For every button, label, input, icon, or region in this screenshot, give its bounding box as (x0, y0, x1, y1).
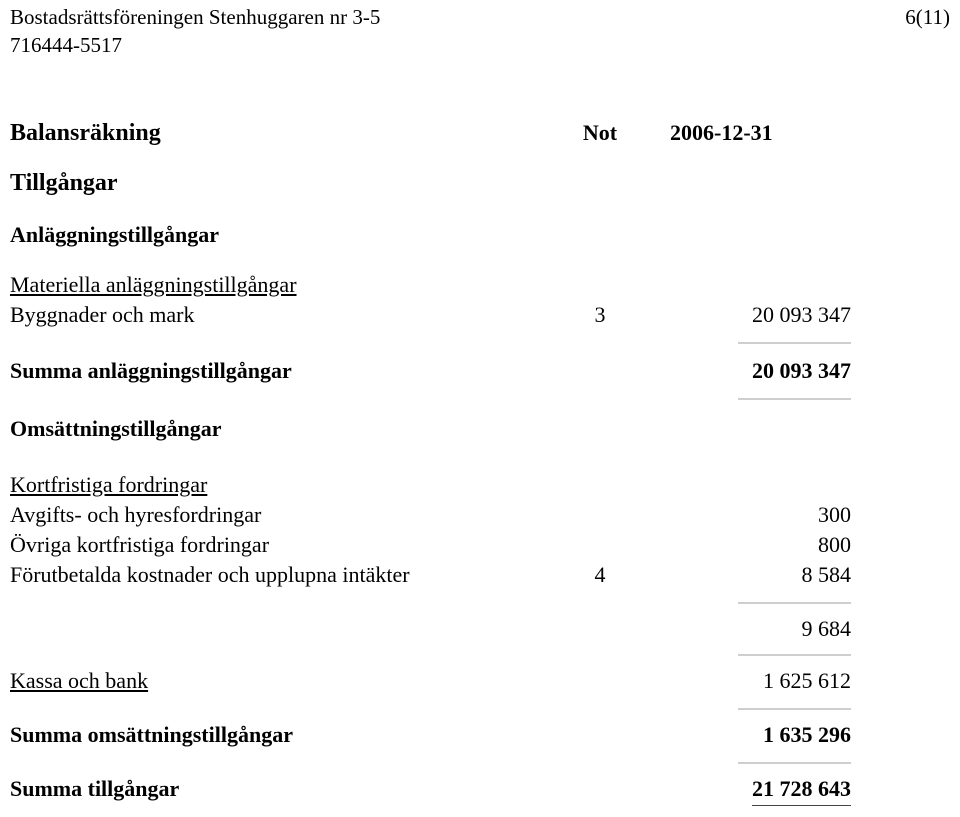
row-value-sum-fixed-assets: 20 093 347 (752, 358, 851, 383)
organization-name: Bostadsrättsföreningen Stenhuggaren nr 3… (10, 5, 381, 29)
heading-current-assets: Omsättningstillgångar (10, 414, 950, 444)
statement-title: Balansräkning (10, 120, 161, 146)
table-row-total-assets: Summa tillgångar 21 728 643 (10, 774, 950, 806)
table-row: Avgifts- och hyresfordringar 300 (10, 500, 950, 530)
table-row: Övriga kortfristiga fordringar 800 (10, 530, 950, 560)
rule-line (738, 654, 851, 656)
table-row-cash-bank: Kassa och bank 1 625 612 (10, 666, 950, 696)
row-label-cash-bank-text: Kassa och bank (10, 668, 149, 693)
organization-number: 716444-5517 (10, 33, 122, 57)
row-value-other-short-receivables: 800 (818, 532, 851, 557)
section-heading-assets: Tillgångar (10, 168, 950, 198)
row-label-buildings-land: Byggnader och mark (10, 302, 195, 327)
rule-line (738, 342, 851, 344)
rule-line (738, 602, 851, 604)
statement-title-row: Balansräkning Not 2006-12-31 (10, 118, 950, 148)
subhead-tangible-assets: Materiella anläggningstillgångar (10, 270, 950, 300)
table-row-sum-current-assets: Summa omsättningstillgångar 1 635 296 (10, 720, 950, 750)
rule-wrap (670, 398, 906, 400)
row-label-sum-current-assets: Summa omsättningstillgångar (10, 722, 293, 747)
subtotal-rule (10, 342, 950, 344)
current-assets-rule (10, 708, 950, 710)
subhead-short-receivables-text: Kortfristiga fordringar (10, 472, 208, 497)
rule-wrap (670, 602, 906, 604)
row-value-cash-bank: 1 625 612 (763, 668, 851, 693)
row-value-total-assets-cell: 21 728 643 (670, 774, 906, 806)
row-value-total-assets: 21 728 643 (752, 774, 851, 806)
row-value-fees-rent-receivables: 300 (818, 502, 851, 527)
row-label-other-short-receivables: Övriga kortfristiga fordringar (10, 532, 270, 557)
rule-wrap (670, 654, 906, 656)
total-assets-rule (10, 762, 950, 764)
rule-line (738, 762, 851, 764)
row-label-total-assets: Summa tillgångar (10, 776, 180, 801)
section-heading-assets-label: Tillgångar (10, 170, 118, 196)
date-column-header: 2006-12-31 (670, 120, 773, 145)
row-label-prepaid-expenses: Förutbetalda kostnader och upplupna intä… (10, 562, 410, 587)
subhead-short-receivables: Kortfristiga fordringar (10, 470, 950, 500)
table-row-sum-receivables: 9 684 (10, 614, 950, 644)
rule-wrap (670, 342, 906, 344)
rule-wrap (670, 762, 906, 764)
row-value-buildings-land: 20 093 347 (752, 302, 851, 327)
row-value-sum-receivables: 9 684 (801, 616, 852, 641)
rule-spacer (10, 342, 670, 344)
rule-spacer (10, 654, 670, 656)
row-label-fees-rent-receivables: Avgifts- och hyresfordringar (10, 502, 262, 527)
document-page: Bostadsrättsföreningen Stenhuggaren nr 3… (0, 0, 960, 817)
rule-line (738, 708, 851, 710)
page-number: 6(11) (905, 5, 950, 29)
rule-line (738, 398, 851, 400)
row-label-cash-bank: Kassa och bank (10, 666, 530, 696)
note-column-header: Not (582, 120, 618, 145)
rule-spacer (10, 398, 670, 400)
subhead-tangible-assets-text: Materiella anläggningstillgångar (10, 272, 297, 297)
rule-spacer (10, 708, 670, 710)
row-value-prepaid-expenses: 8 584 (801, 562, 852, 587)
rule-spacer (10, 762, 670, 764)
table-row: Byggnader och mark 3 20 093 347 (10, 300, 950, 330)
header-top-row: Bostadsrättsföreningen Stenhuggaren nr 3… (10, 4, 950, 30)
sum-fixed-assets-rule (10, 398, 950, 400)
row-value-sum-current-assets: 1 635 296 (763, 722, 851, 747)
row-note-buildings-land: 3 (594, 302, 606, 327)
heading-fixed-assets-label: Anläggningstillgångar (10, 222, 220, 247)
subhead-tangible-assets-label: Materiella anläggningstillgångar (10, 270, 530, 300)
receivables-subtotal-rule-top (10, 602, 950, 604)
subhead-short-receivables-label: Kortfristiga fordringar (10, 470, 530, 500)
row-label-sum-fixed-assets: Summa anläggningstillgångar (10, 358, 292, 383)
rule-wrap (670, 708, 906, 710)
balance-sheet: Balansräkning Not 2006-12-31 Tillgångar … (10, 118, 950, 806)
row-note-prepaid-expenses: 4 (594, 562, 606, 587)
table-row-sum-fixed-assets: Summa anläggningstillgångar 20 093 347 (10, 356, 950, 386)
heading-fixed-assets: Anläggningstillgångar (10, 220, 950, 250)
rule-spacer (10, 602, 670, 604)
table-row: Förutbetalda kostnader och upplupna intä… (10, 560, 950, 590)
receivables-subtotal-rule-bottom (10, 654, 950, 656)
heading-current-assets-label: Omsättningstillgångar (10, 416, 222, 441)
document-header: Bostadsrättsföreningen Stenhuggaren nr 3… (10, 4, 950, 58)
